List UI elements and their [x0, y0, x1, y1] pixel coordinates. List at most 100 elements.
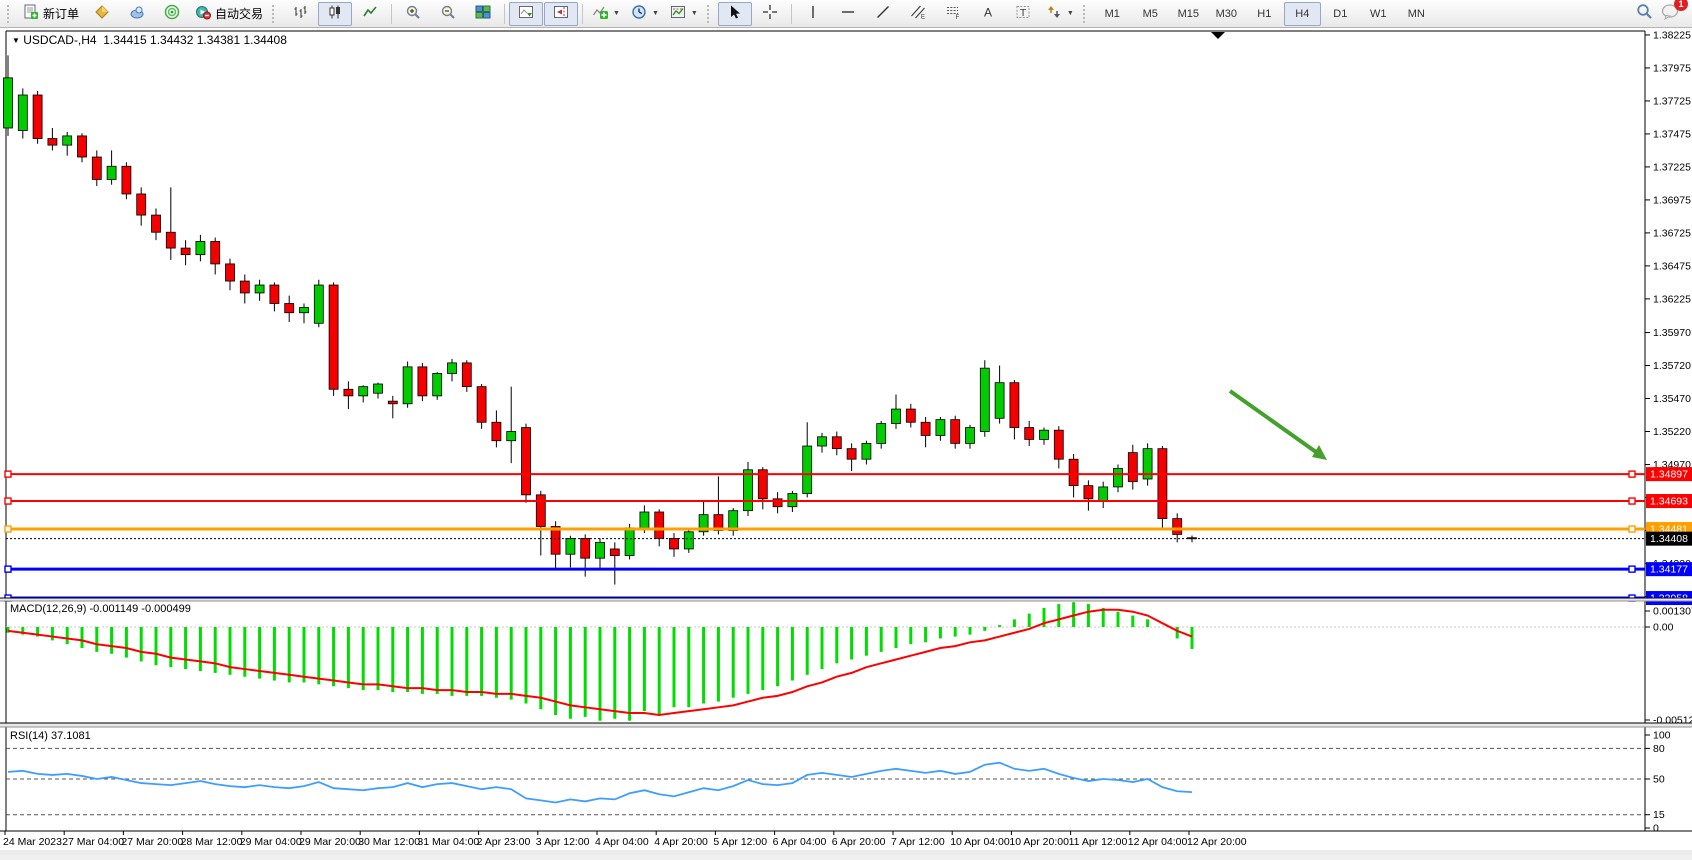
templates-button[interactable]: ▼	[665, 2, 703, 26]
toolbar-grip[interactable]	[707, 5, 714, 23]
indicators-button[interactable]: ▼	[587, 2, 625, 26]
svg-text:29 Mar 20:00: 29 Mar 20:00	[299, 836, 361, 848]
line-handle[interactable]	[5, 566, 11, 572]
timeframe-m30-button[interactable]: M30	[1208, 2, 1245, 26]
text-button[interactable]: A	[971, 2, 1005, 26]
svg-text:1.38225: 1.38225	[1653, 29, 1691, 41]
line-handle[interactable]	[1629, 498, 1635, 504]
zoom-in-button[interactable]	[396, 2, 430, 26]
line-handle[interactable]	[1629, 526, 1635, 532]
timeframe-w1-button[interactable]: W1	[1360, 2, 1397, 26]
toolbar-separator	[582, 4, 583, 24]
svg-text:27 Mar 20:00: 27 Mar 20:00	[121, 836, 183, 848]
auto-trading-button[interactable]: 自动交易	[190, 2, 268, 26]
svg-text:5 Apr 12:00: 5 Apr 12:00	[713, 836, 767, 848]
svg-text:0: 0	[1653, 823, 1659, 835]
horizontal-line-icon	[840, 4, 856, 23]
svg-text:29 Mar 04:00: 29 Mar 04:00	[240, 836, 302, 848]
macd-indicator-label: MACD(12,26,9) -0.001149 -0.000499	[10, 603, 191, 615]
price-line-label: 1.34693	[1646, 494, 1692, 508]
svg-text:1.37975: 1.37975	[1653, 62, 1691, 74]
candlestick-chart-icon	[327, 4, 343, 23]
timeframe-m5-button[interactable]: M5	[1132, 2, 1169, 26]
text-icon: A	[980, 4, 996, 23]
fibonacci-button[interactable]: F	[936, 2, 970, 26]
diamond-icon	[94, 4, 110, 23]
cursor-button[interactable]	[718, 2, 752, 26]
crosshair-icon	[762, 4, 778, 23]
svg-text:1.37225: 1.37225	[1653, 161, 1691, 173]
line-handle[interactable]	[1629, 471, 1635, 477]
auto-trading-icon	[195, 4, 211, 23]
signals-button[interactable]	[155, 2, 189, 26]
chart-title-high: 1.34432	[150, 33, 193, 47]
svg-text:80: 80	[1653, 743, 1665, 755]
line-chart-button[interactable]	[353, 2, 387, 26]
svg-text:1.37725: 1.37725	[1653, 95, 1691, 107]
macd-signal-value: -0.000499	[141, 603, 191, 615]
equidistant-channel-icon: E	[910, 4, 926, 23]
vertical-line-button[interactable]	[796, 2, 830, 26]
auto-scroll-button[interactable]	[509, 2, 543, 26]
crosshair-button[interactable]	[753, 2, 787, 26]
svg-text:E: E	[921, 15, 925, 21]
timeframe-mn-button[interactable]: MN	[1398, 2, 1435, 26]
chart-shift-icon	[553, 4, 569, 23]
arrows-button[interactable]: ▼	[1041, 2, 1079, 26]
svg-text:15: 15	[1653, 809, 1665, 821]
svg-text:1.36475: 1.36475	[1653, 260, 1691, 272]
symbol-dropdown-icon[interactable]: ▼	[12, 36, 20, 45]
market-depth-button[interactable]	[85, 2, 119, 26]
price-line-label: 1.34177	[1646, 562, 1692, 576]
chart-canvas[interactable]: 1.382251.379751.377251.374751.372251.369…	[0, 28, 1692, 855]
chart-shift-button[interactable]	[544, 2, 578, 26]
timeframe-m15-button[interactable]: M15	[1170, 2, 1207, 26]
svg-text:3 Apr 12:00: 3 Apr 12:00	[536, 836, 590, 848]
bar-chart-button[interactable]	[283, 2, 317, 26]
trendline-button[interactable]	[866, 2, 900, 26]
auto-trading-label: 自动交易	[215, 5, 263, 22]
svg-text:1.36975: 1.36975	[1653, 194, 1691, 206]
toolbar-grip[interactable]	[7, 5, 14, 23]
line-chart-icon	[362, 4, 378, 23]
svg-text:1.34693: 1.34693	[1650, 496, 1688, 508]
svg-text:4 Apr 04:00: 4 Apr 04:00	[595, 836, 649, 848]
chart-window[interactable]: 1.382251.379751.377251.374751.372251.369…	[0, 28, 1692, 855]
cloud-user-icon	[129, 4, 145, 23]
line-handle[interactable]	[5, 471, 11, 477]
timeframe-m1-button[interactable]: M1	[1094, 2, 1131, 26]
svg-text:1.36725: 1.36725	[1653, 227, 1691, 239]
price-line-label: 1.34408	[1646, 532, 1692, 546]
svg-text:31 Mar 04:00: 31 Mar 04:00	[417, 836, 479, 848]
timeframe-h1-button[interactable]: H1	[1246, 2, 1283, 26]
periods-button[interactable]: ▼	[626, 2, 664, 26]
search-icon[interactable]	[1636, 3, 1653, 25]
cursor-icon	[727, 4, 743, 23]
svg-text:27 Mar 04:00: 27 Mar 04:00	[62, 836, 124, 848]
rsi-indicator-label: RSI(14) 37.1081	[10, 730, 91, 742]
zoom-out-button[interactable]	[431, 2, 465, 26]
timeframe-h4-button[interactable]: H4	[1284, 2, 1321, 26]
candlestick-chart-button[interactable]	[318, 2, 352, 26]
line-handle[interactable]	[1629, 566, 1635, 572]
line-handle[interactable]	[5, 498, 11, 504]
line-handle[interactable]	[5, 526, 11, 532]
horizontal-line-button[interactable]	[831, 2, 865, 26]
chevron-down-icon: ▼	[691, 10, 698, 17]
tile-windows-button[interactable]	[466, 2, 500, 26]
timeframe-d1-button[interactable]: D1	[1322, 2, 1359, 26]
svg-text:6 Apr 20:00: 6 Apr 20:00	[832, 836, 886, 848]
metaeditor-button[interactable]	[120, 2, 154, 26]
toolbar-grip[interactable]	[1083, 5, 1090, 23]
macd-histogram	[8, 602, 1192, 721]
new-order-button[interactable]: 新订单	[18, 2, 84, 26]
svg-text:F: F	[955, 15, 959, 20]
toolbar-grip[interactable]	[272, 5, 279, 23]
channel-button[interactable]: E	[901, 2, 935, 26]
notifications-button[interactable]: 1	[1661, 3, 1680, 25]
chart-title-low: 1.34381	[197, 33, 240, 47]
svg-text:50: 50	[1653, 774, 1665, 786]
svg-text:4 Apr 20:00: 4 Apr 20:00	[654, 836, 708, 848]
text-label-button[interactable]: T	[1006, 2, 1040, 26]
rsi-value: 37.1081	[51, 730, 91, 742]
